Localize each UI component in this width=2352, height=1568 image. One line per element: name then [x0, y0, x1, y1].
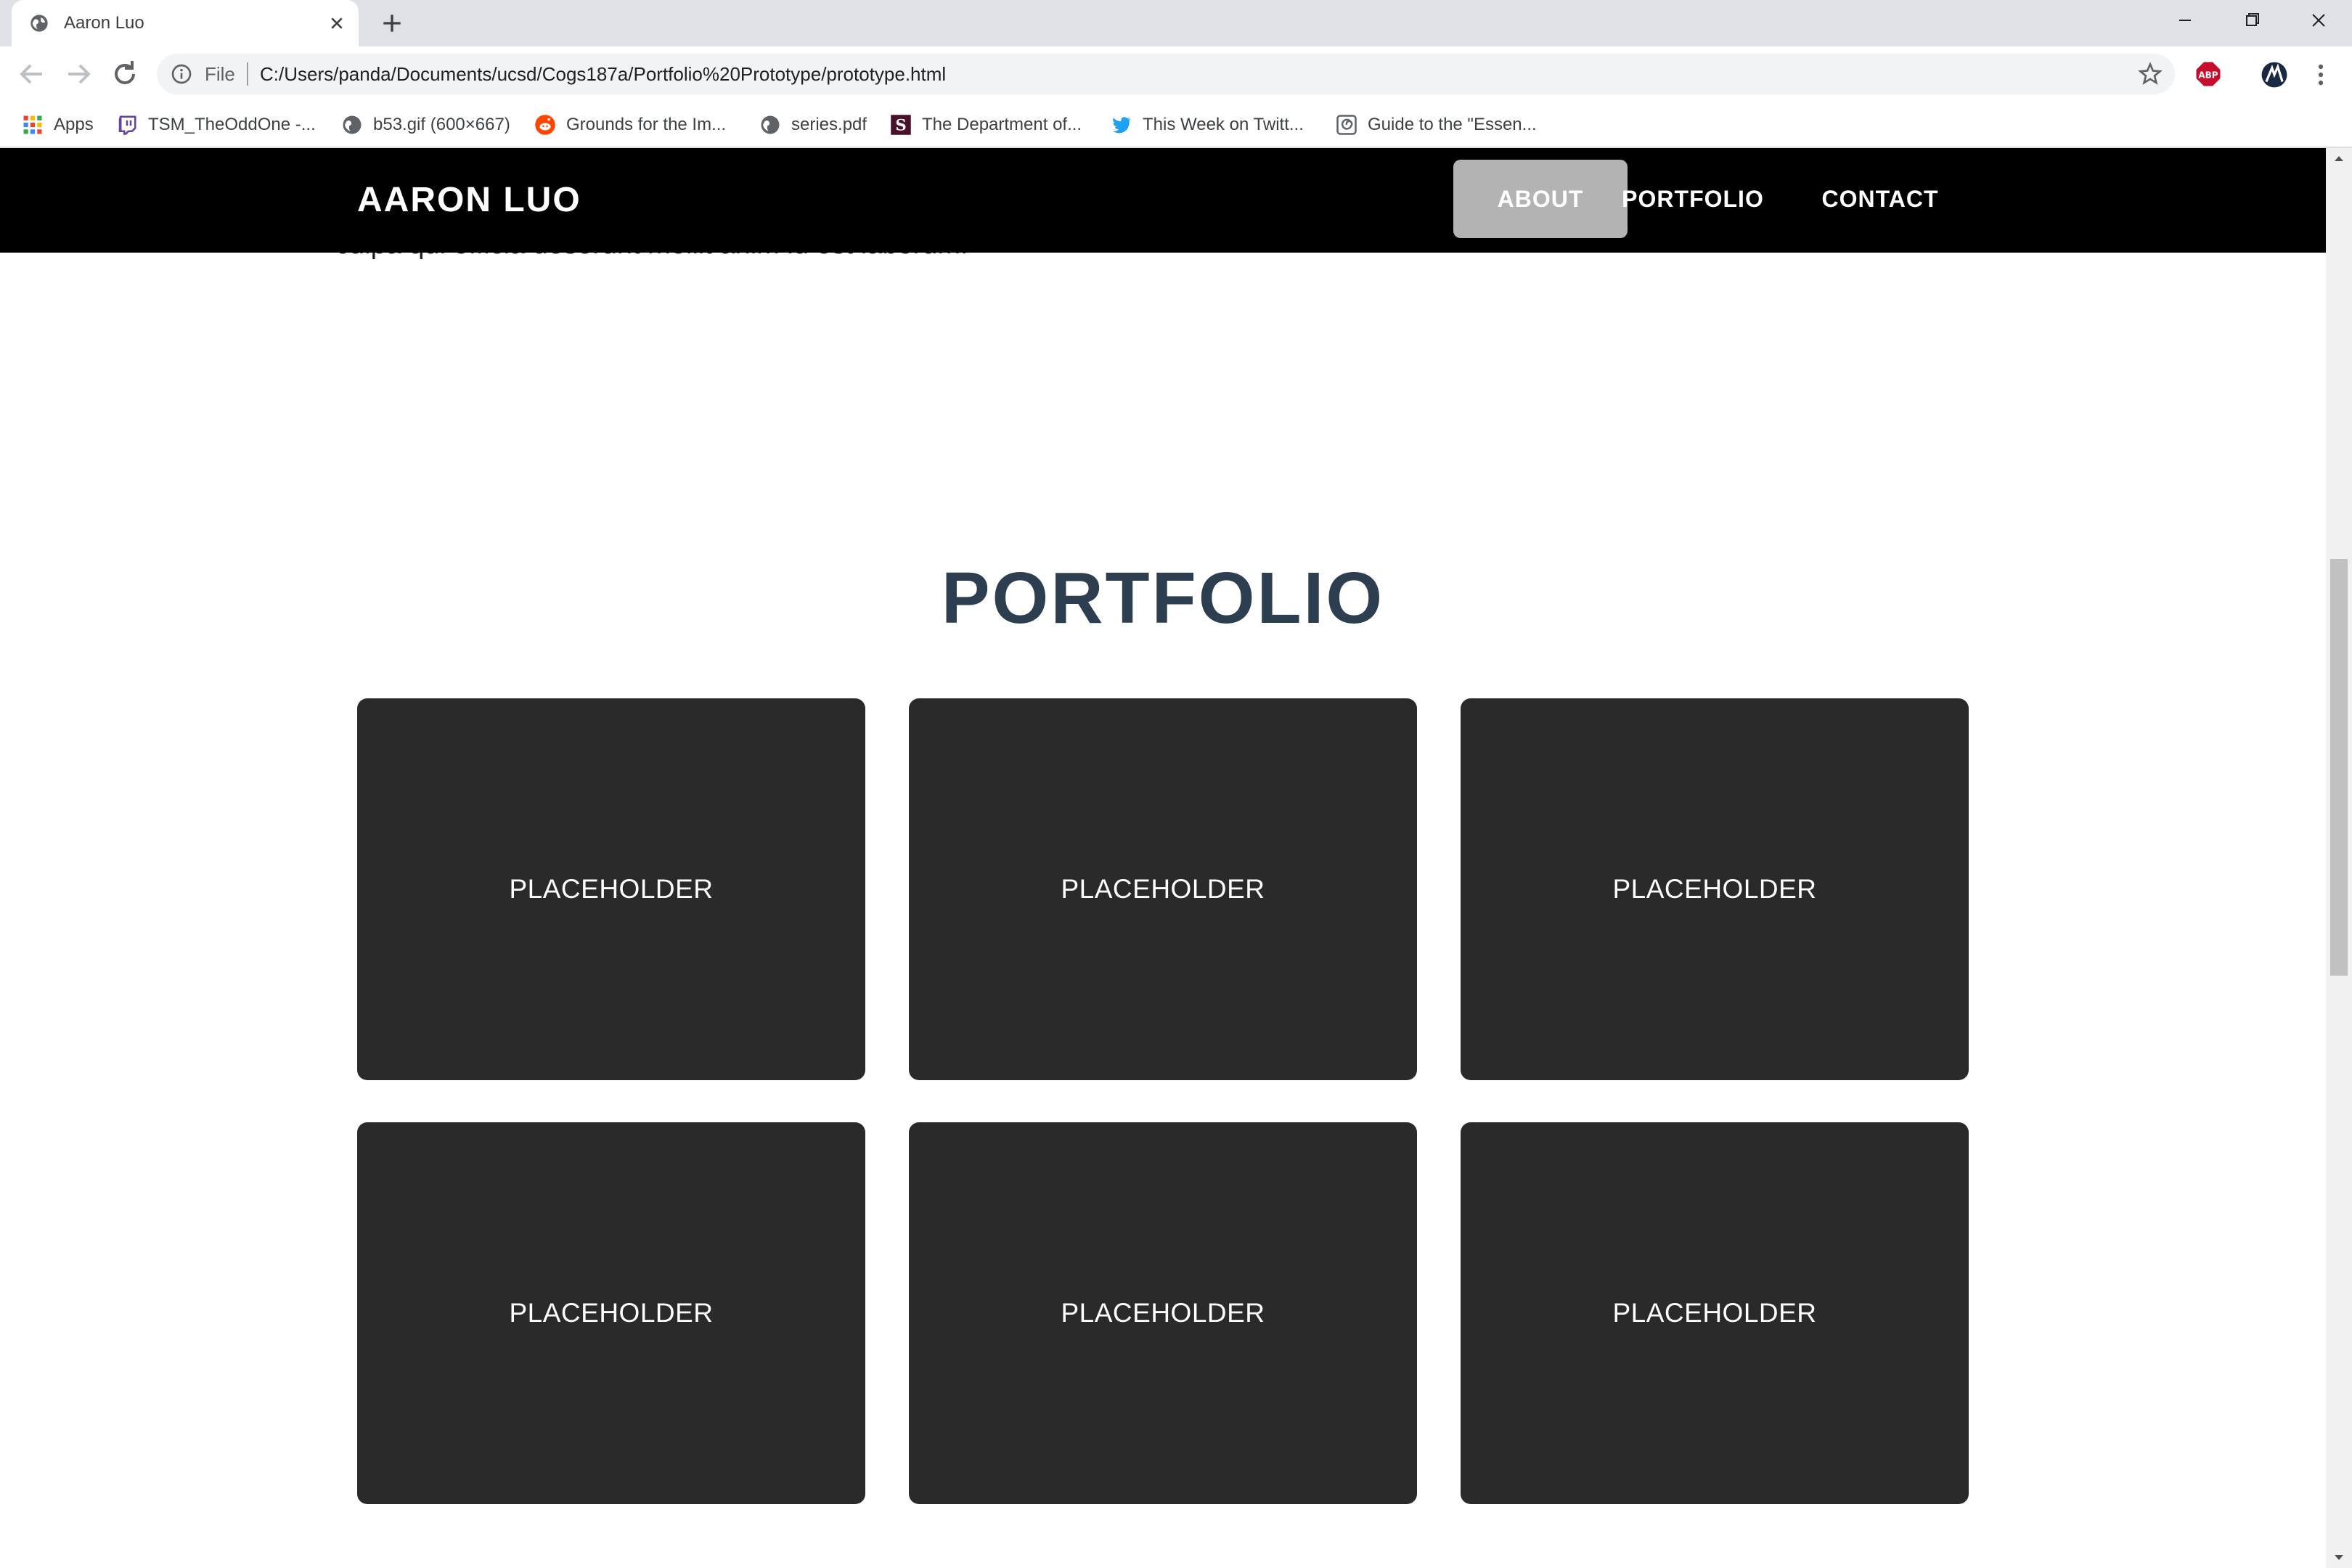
- bookmark-label: The Department of...: [922, 115, 1082, 134]
- minimize-icon[interactable]: [2168, 6, 2202, 35]
- portfolio-card[interactable]: PLACEHOLDER: [1461, 698, 1969, 1080]
- bookmark-label: Apps: [54, 115, 94, 134]
- scrollbar-thumb[interactable]: [2330, 559, 2348, 976]
- tab-strip: Aaron Luo: [0, 0, 2352, 46]
- bookmark-b53[interactable]: b53.gif (600×667): [341, 110, 510, 139]
- globe-icon: [30, 15, 48, 32]
- adblock-plus-icon[interactable]: ABP: [2195, 61, 2221, 87]
- bookmark-label: Grounds for the Im...: [566, 115, 727, 134]
- nav-about[interactable]: ABOUT: [1453, 160, 1628, 238]
- card-label: PLACEHOLDER: [1612, 1298, 1817, 1328]
- portfolio-card[interactable]: PLACEHOLDER: [357, 1122, 865, 1504]
- bookmark-department[interactable]: S The Department of...: [890, 110, 1082, 139]
- twitch-icon: [118, 115, 136, 135]
- restore-icon[interactable]: [2234, 6, 2269, 35]
- bookmark-apps[interactable]: Apps: [22, 110, 94, 139]
- bookmark-label: series.pdf: [791, 115, 867, 134]
- url-scheme: File: [205, 63, 235, 85]
- card-label: PLACEHOLDER: [1061, 1298, 1265, 1328]
- new-tab-icon[interactable]: [377, 9, 407, 38]
- url-separator: [247, 62, 248, 86]
- card-label: PLACEHOLDER: [1061, 874, 1265, 904]
- scroll-down-arrow-icon[interactable]: [2326, 1546, 2352, 1568]
- twitter-icon: [1112, 117, 1131, 134]
- site-navbar: AARON LUO ABOUT PORTFOLIO CONTACT: [0, 148, 2326, 253]
- browser-chrome: Aaron Luo File C:/Users/panda/Documents/…: [0, 0, 2352, 148]
- adblock-label: ABP: [2198, 70, 2218, 80]
- reddit-icon: [535, 115, 555, 135]
- close-tab-icon[interactable]: [325, 12, 348, 35]
- close-window-icon[interactable]: [2301, 6, 2336, 35]
- site-brand[interactable]: AARON LUO: [357, 180, 581, 221]
- bookmark-star-icon[interactable]: [2137, 61, 2163, 87]
- nav-portfolio[interactable]: PORTFOLIO: [1620, 160, 1765, 238]
- bookmark-label: TSM_TheOddOne -...: [148, 115, 316, 134]
- forward-icon[interactable]: [61, 57, 96, 91]
- bookmark-label: b53.gif (600×667): [373, 115, 510, 134]
- info-icon[interactable]: [170, 62, 193, 86]
- globe-icon: [343, 115, 362, 134]
- portfolio-card[interactable]: PLACEHOLDER: [1461, 1122, 1969, 1504]
- s-logo-icon: S: [891, 115, 911, 135]
- page-scrollbar[interactable]: [2326, 148, 2352, 1568]
- bookmark-guide[interactable]: Guide to the "Essen...: [1336, 110, 1537, 139]
- browser-toolbar: File C:/Users/panda/Documents/ucsd/Cogs1…: [0, 46, 2352, 102]
- portfolio-card[interactable]: PLACEHOLDER: [909, 698, 1417, 1080]
- profile-avatar-icon[interactable]: [2261, 61, 2288, 89]
- portfolio-card[interactable]: PLACEHOLDER: [357, 698, 865, 1080]
- apps-grid-icon: [23, 115, 42, 134]
- nav-contact[interactable]: CONTACT: [1813, 160, 1947, 238]
- bookmark-twitter[interactable]: This Week on Twitt...: [1111, 110, 1304, 139]
- bookmark-twitch[interactable]: TSM_TheOddOne -...: [116, 110, 316, 139]
- bookmark-label: This Week on Twitt...: [1143, 115, 1304, 134]
- browser-tab[interactable]: Aaron Luo: [12, 0, 359, 46]
- portfolio-heading: PORTFOLIO: [941, 558, 1385, 639]
- page-viewport: culpa qui officia deserunt mollit anim i…: [0, 148, 2326, 1568]
- url-text[interactable]: C:/Users/panda/Documents/ucsd/Cogs187a/P…: [260, 62, 946, 86]
- bookmark-series-pdf[interactable]: series.pdf: [759, 110, 867, 139]
- scroll-up-arrow-icon[interactable]: [2326, 148, 2352, 170]
- back-icon[interactable]: [15, 57, 49, 91]
- kebab-menu-icon[interactable]: [2310, 61, 2332, 89]
- globe-icon: [761, 115, 780, 134]
- card-label: PLACEHOLDER: [509, 874, 714, 904]
- card-label: PLACEHOLDER: [1612, 874, 1817, 904]
- address-bar[interactable]: File C:/Users/panda/Documents/ucsd/Cogs1…: [157, 54, 2175, 94]
- portfolio-card[interactable]: PLACEHOLDER: [909, 1122, 1417, 1504]
- bookmarks-bar: Apps TSM_TheOddOne -... b53.gif (600×667…: [0, 102, 2352, 148]
- reload-icon[interactable]: [107, 57, 142, 91]
- bookmark-reddit[interactable]: Grounds for the Im...: [534, 110, 726, 139]
- card-label: PLACEHOLDER: [509, 1298, 714, 1328]
- swirl-icon: [1336, 115, 1357, 135]
- bookmark-label: Guide to the "Essen...: [1368, 115, 1537, 134]
- svg-text:S: S: [895, 117, 906, 135]
- tab-title: Aaron Luo: [64, 13, 144, 33]
